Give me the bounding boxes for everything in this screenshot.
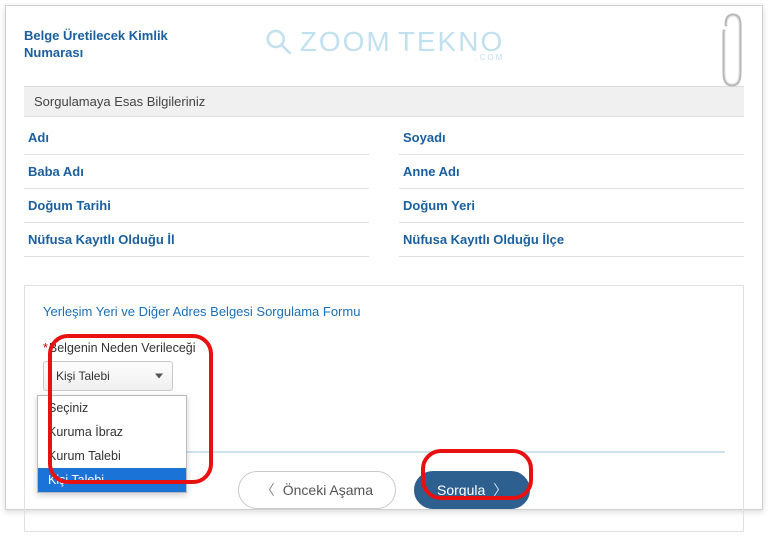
chevron-left-icon: 〈 [261,480,275,500]
label-il: Nüfusa Kayıtlı Olduğu İl [24,223,369,257]
submit-button[interactable]: Sorgula 〉 [414,471,530,509]
label-soyadi: Soyadı [399,121,744,155]
chevron-right-icon: 〉 [493,480,507,500]
label-anne-adi: Anne Adı [399,155,744,189]
required-star: * [43,341,48,355]
option-kurum-talebi[interactable]: Kurum Talebi [38,444,186,468]
page-title-block: Belge Üretilecek Kimlik Numarası [24,28,744,62]
info-grid: Adı Soyadı Baba Adı Anne Adı Doğum Tarih… [24,121,744,257]
page-title[interactable]: Belge Üretilecek Kimlik Numarası [24,28,204,62]
option-seciniz[interactable]: Seçiniz [38,396,186,420]
content-area: Belge Üretilecek Kimlik Numarası Sorgula… [6,6,762,547]
label-dogum-tarihi: Doğum Tarihi [24,189,369,223]
option-kisi-talebi[interactable]: Kişi Talebi [38,468,186,492]
reason-dropdown-button[interactable]: Kişi Talebi [43,361,173,391]
label-adi: Adı [24,121,369,155]
chevron-down-icon [155,373,163,378]
reason-label: *Belgenin Neden Verileceği [43,341,725,355]
section-header: Sorgulamaya Esas Bilgileriniz [24,86,744,117]
reason-dropdown-list: Seçiniz Kuruma İbraz Kurum Talebi Kişi T… [37,395,187,493]
paperclip-icon [719,11,747,91]
reason-selected-value: Kişi Talebi [56,369,110,383]
form-title: Yerleşim Yeri ve Diğer Adres Belgesi Sor… [43,304,725,319]
previous-step-button[interactable]: 〈 Önceki Aşama [238,471,396,509]
option-kuruma-ibraz[interactable]: Kuruma İbraz [38,420,186,444]
query-form: Yerleşim Yeri ve Diğer Adres Belgesi Sor… [24,285,744,532]
label-dogum-yeri: Doğum Yeri [399,189,744,223]
page-frame: ZOOM TEKNO .COM Belge Üretilecek Kimlik … [5,5,763,510]
label-baba-adi: Baba Adı [24,155,369,189]
reason-dropdown[interactable]: Kişi Talebi Seçiniz Kuruma İbraz Kurum T… [43,361,193,391]
label-ilce: Nüfusa Kayıtlı Olduğu İlçe [399,223,744,257]
